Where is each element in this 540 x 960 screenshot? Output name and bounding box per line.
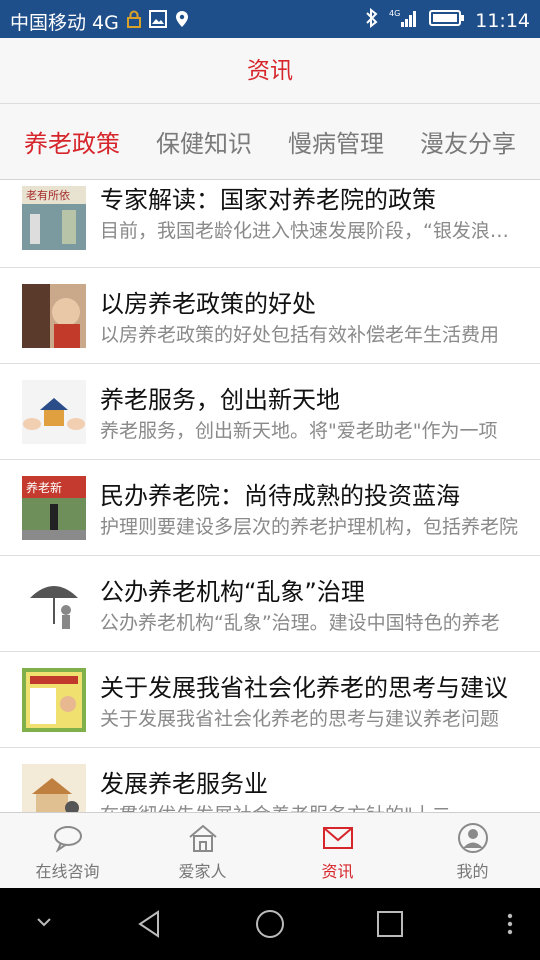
article-summary: 公办养老机构“乱象”治理。建设中国特色的养老 [100,612,500,634]
chat-bubble-icon [53,826,82,853]
lock-icon [126,10,141,33]
location-icon [175,10,189,33]
article-summary: 护理则要建设多层次的养老护理机构，包括养老院 [100,516,518,538]
status-bar: 中国移动 4G 4G 11:14 [0,0,540,38]
nav-label: 我的 [456,862,489,881]
nav-online-consult[interactable]: 在线咨询 [0,813,135,888]
list-item[interactable]: 养老新 民办养老院：尚待成熟的投资蓝海 护理则要建设多层次的养老护理机构，包括养… [0,460,540,556]
article-thumbnail [22,380,86,444]
svg-text:养老新: 养老新 [26,480,62,495]
tab-chronic-disease[interactable]: 慢病管理 [288,124,384,159]
article-title: 关于发展我省社会化养老的思考与建议 [100,674,508,702]
nav-label: 资讯 [321,862,354,881]
back-icon[interactable] [134,908,166,940]
article-title: 养老服务，创出新天地 [100,386,340,414]
category-tabs: 养老政策 保健知识 慢病管理 漫友分享 [0,104,540,180]
article-title: 民办养老院：尚待成熟的投资蓝海 [100,482,460,510]
list-item[interactable]: 以房养老政策的好处 以房养老政策的好处包括有效补偿老年生活费用 [0,268,540,364]
nav-label: 在线咨询 [35,862,100,881]
article-summary: 关于发展我省社会化养老的思考与建议养老问题 [100,708,500,730]
more-vertical-icon[interactable] [500,908,520,940]
tab-community-share[interactable]: 漫友分享 [420,124,516,159]
nav-label: 爱家人 [178,862,227,881]
title-bar: 资讯 [0,38,540,104]
article-thumbnail [22,284,86,348]
article-summary: 在贯彻优先发展社会养老服务方针的"十二 [100,800,518,812]
article-list[interactable]: 老有所依 专家解读：国家对养老院的政策 目前，我国老龄化进入快速发展阶段，“银发… [0,180,540,812]
home-icon [188,824,217,852]
article-thumbnail: 养老新 [22,476,86,540]
recents-icon[interactable] [374,908,406,940]
nav-family[interactable]: 爱家人 [135,813,270,888]
article-title: 专家解读：国家对养老院的政策 [100,186,436,214]
svg-text:4G: 4G [389,9,400,18]
bluetooth-icon [365,7,379,33]
list-item[interactable]: 公办养老机构“乱象”治理 公办养老机构“乱象”治理。建设中国特色的养老 [0,556,540,652]
signal-icon: 4G [389,8,419,33]
carrier-label: 中国移动 4G [10,12,119,34]
user-icon [457,823,488,853]
article-thumbnail: 老有所依 [22,186,86,250]
mail-icon [322,827,353,849]
svg-text:老有所依: 老有所依 [26,188,70,202]
home-circle-icon[interactable] [254,908,286,940]
list-item[interactable]: 老有所依 专家解读：国家对养老院的政策 目前，我国老龄化进入快速发展阶段，“银发… [0,180,540,268]
article-title: 发展养老服务业 [100,770,268,798]
nav-news[interactable]: 资讯 [270,813,405,888]
gallery-icon [148,10,167,33]
article-thumbnail [22,764,86,812]
article-summary: 以房养老政策的好处包括有效补偿老年生活费用 [100,324,500,346]
list-item[interactable]: 发展养老服务业 在贯彻优先发展社会养老服务方针的"十二 [0,748,540,812]
tab-elderly-policy[interactable]: 养老政策 [24,124,120,159]
list-item[interactable]: 养老服务，创出新天地 养老服务，创出新天地。将"爱老助老"作为一项 [0,364,540,460]
article-thumbnail [22,572,86,636]
page-title: 资讯 [247,58,293,84]
nav-mine[interactable]: 我的 [405,813,540,888]
clock: 11:14 [475,9,530,32]
article-summary: 养老服务，创出新天地。将"爱老助老"作为一项 [100,420,498,442]
list-item[interactable]: 关于发展我省社会化养老的思考与建议 关于发展我省社会化养老的思考与建议养老问题 [0,652,540,748]
system-navigation-bar [0,888,540,960]
chevron-down-icon[interactable] [34,914,54,930]
article-title: 以房养老政策的好处 [100,290,316,318]
article-thumbnail [22,668,86,732]
battery-icon [429,9,465,32]
bottom-navigation: 在线咨询 爱家人 资讯 我的 [0,812,540,888]
article-summary: 目前，我国老龄化进入快速发展阶段，“银发浪潮” [100,220,518,242]
tab-health-knowledge[interactable]: 保健知识 [156,124,252,159]
article-title: 公办养老机构“乱象”治理 [100,578,365,606]
